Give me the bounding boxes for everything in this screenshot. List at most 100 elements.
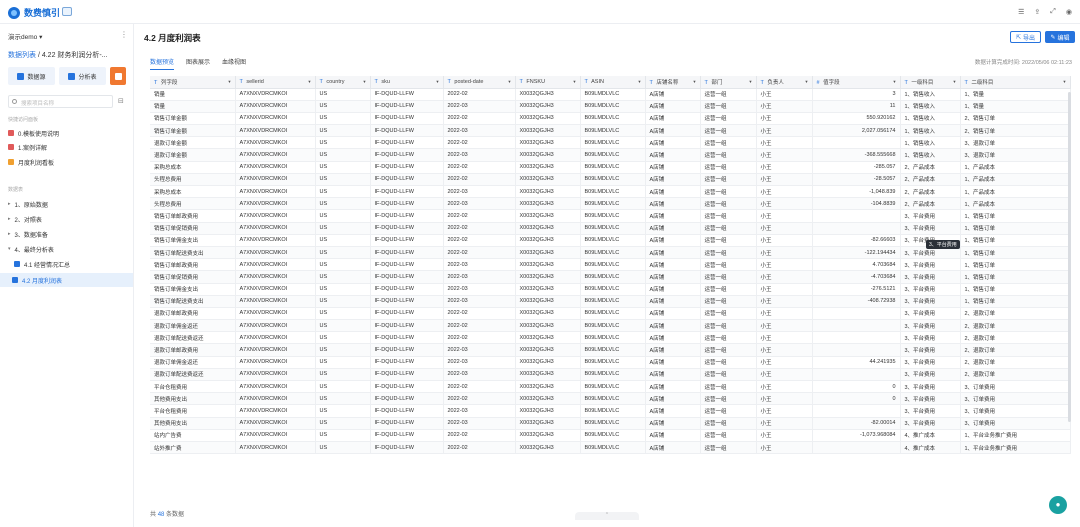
- table-cell[interactable]: B09LMDLVLC: [580, 258, 646, 272]
- table-cell[interactable]: B09LMDLVLC: [580, 417, 646, 430]
- table-cell[interactable]: B09LMDLVLC: [580, 100, 646, 113]
- table-cell[interactable]: 2022-02: [443, 246, 516, 260]
- table-cell[interactable]: -408.72938: [812, 295, 901, 308]
- table-cell[interactable]: -276.5121: [812, 283, 901, 296]
- collapse-handle[interactable]: ⌃: [575, 512, 639, 520]
- table-cell[interactable]: US: [315, 283, 371, 296]
- table-cell[interactable]: 销售订单金额: [150, 124, 236, 138]
- more-icon[interactable]: ⋮: [120, 30, 128, 39]
- table-cell[interactable]: B09LMDLVLC: [580, 307, 646, 321]
- table-cell[interactable]: 3、订单费用: [960, 380, 1071, 394]
- table-cell[interactable]: 2、退款订单: [960, 343, 1071, 357]
- table-cell[interactable]: A店铺: [645, 380, 701, 394]
- table-row[interactable]: 头程总费用 A7XNXVDRCMKOI US IF-DQUD-LLFW 2022-03 X…: [150, 197, 1071, 211]
- table-cell[interactable]: US: [315, 307, 371, 321]
- table-cell[interactable]: 2、退款订单: [960, 307, 1071, 321]
- table-cell[interactable]: 2022-02: [443, 307, 516, 321]
- table-cell[interactable]: IF-DQUD-LLFW: [370, 88, 444, 101]
- table-cell[interactable]: A7XNXVDRCMKOI: [235, 331, 316, 345]
- sidebar-item-summary[interactable]: 4.1 经营情况汇总: [8, 258, 130, 270]
- table-cell[interactable]: 2、退款订单: [960, 368, 1071, 382]
- table-cell[interactable]: A7XNXVDRCMKOI: [235, 234, 316, 247]
- table-cell[interactable]: A店铺: [645, 258, 701, 272]
- sort-dropdown-icon[interactable]: ▼: [953, 79, 957, 84]
- table-cell[interactable]: 3、平台费用: [900, 417, 961, 430]
- table-cell[interactable]: IF-DQUD-LLFW: [370, 100, 444, 113]
- table-cell[interactable]: 3、退款订单: [960, 148, 1071, 162]
- table-cell[interactable]: X0032QGJH3: [515, 112, 581, 126]
- table-cell[interactable]: A7XNXVDRCMKOI: [235, 404, 316, 418]
- table-cell[interactable]: 1、销售订单: [960, 209, 1071, 223]
- table-cell[interactable]: 站外推广费: [150, 441, 236, 455]
- table-cell[interactable]: US: [315, 112, 371, 126]
- table-cell[interactable]: B09LMDLVLC: [580, 356, 646, 369]
- table-cell[interactable]: 3、平台费用: [900, 392, 961, 406]
- table-cell[interactable]: 运营一组: [700, 319, 757, 333]
- table-cell[interactable]: US: [315, 234, 371, 247]
- table-cell[interactable]: X0032QGJH3: [515, 283, 581, 296]
- table-row[interactable]: 平台仓租费用 A7XNXVDRCMKOI US IF-DQUD-LLFW 2022-02…: [150, 380, 1071, 394]
- table-cell[interactable]: 1、销售订单: [960, 234, 1071, 247]
- table-cell[interactable]: 2022-02: [443, 209, 516, 223]
- sidebar-item-guide[interactable]: 0.模板使用说明: [8, 127, 130, 139]
- sort-dropdown-icon[interactable]: ▼: [508, 79, 512, 84]
- expand-icon[interactable]: ⤢: [1050, 8, 1056, 16]
- table-cell[interactable]: 退款订单配送费返还: [150, 368, 236, 382]
- table-cell[interactable]: IF-DQUD-LLFW: [370, 343, 444, 357]
- table-cell[interactable]: [812, 136, 901, 150]
- table-cell[interactable]: A7XNXVDRCMKOI: [235, 295, 316, 308]
- table-cell[interactable]: A7XNXVDRCMKOI: [235, 356, 316, 369]
- table-cell[interactable]: 3、平台费用: [900, 331, 961, 345]
- table-cell[interactable]: -285.057: [812, 161, 901, 174]
- share-icon[interactable]: ⇪: [1034, 8, 1040, 16]
- table-row[interactable]: 其他费用支出 A7XNXVDRCMKOI US IF-DQUD-LLFW 2022-02…: [150, 392, 1071, 406]
- table-cell[interactable]: B09LMDLVLC: [580, 441, 646, 455]
- table-cell[interactable]: US: [315, 441, 371, 455]
- table-cell[interactable]: US: [315, 380, 371, 394]
- table-row[interactable]: 其他费用支出 A7XNXVDRCMKOI US IF-DQUD-LLFW 2022-03…: [150, 417, 1071, 430]
- table-row[interactable]: 退款订单配送费返还 A7XNXVDRCMKOI US IF-DQUD-LLFW 2022…: [150, 331, 1071, 345]
- table-cell[interactable]: 2022-02: [443, 441, 516, 455]
- table-cell[interactable]: X0032QGJH3: [515, 88, 581, 101]
- table-cell[interactable]: B09LMDLVLC: [580, 368, 646, 382]
- table-cell[interactable]: B09LMDLVLC: [580, 283, 646, 296]
- table-cell[interactable]: A店铺: [645, 185, 701, 199]
- table-cell[interactable]: X0032QGJH3: [515, 392, 581, 406]
- table-cell[interactable]: 小王: [756, 283, 813, 296]
- table-cell[interactable]: A7XNXVDRCMKOI: [235, 343, 316, 357]
- table-cell[interactable]: [812, 368, 901, 382]
- table-cell[interactable]: 小王: [756, 112, 813, 126]
- table-cell[interactable]: B09LMDLVLC: [580, 319, 646, 333]
- table-cell[interactable]: US: [315, 417, 371, 430]
- table-cell[interactable]: 2022-03: [443, 404, 516, 418]
- table-cell[interactable]: X0032QGJH3: [515, 124, 581, 138]
- table-cell[interactable]: B09LMDLVLC: [580, 429, 646, 442]
- table-cell[interactable]: US: [315, 173, 371, 187]
- table-cell[interactable]: X0032QGJH3: [515, 173, 581, 187]
- table-cell[interactable]: 小王: [756, 222, 813, 235]
- table-cell[interactable]: 3、平台费用: [900, 295, 961, 308]
- table-cell[interactable]: X0032QGJH3: [515, 209, 581, 223]
- table-row[interactable]: 退款订单佣金返还 A7XNXVDRCMKOI US IF-DQUD-LLFW 2022-…: [150, 356, 1071, 369]
- table-cell[interactable]: A店铺: [645, 331, 701, 345]
- table-cell[interactable]: B09LMDLVLC: [580, 404, 646, 418]
- table-cell[interactable]: 2022-03: [443, 295, 516, 308]
- table-cell[interactable]: 2022-02: [443, 380, 516, 394]
- table-cell[interactable]: 2022-03: [443, 148, 516, 162]
- table-cell[interactable]: A店铺: [645, 392, 701, 406]
- table-cell[interactable]: X0032QGJH3: [515, 380, 581, 394]
- tab-preview[interactable]: 数据预览: [150, 57, 175, 70]
- table-cell[interactable]: US: [315, 148, 371, 162]
- table-cell[interactable]: 小王: [756, 234, 813, 247]
- table-cell[interactable]: X0032QGJH3: [515, 331, 581, 345]
- table-cell[interactable]: 小王: [756, 404, 813, 418]
- table-row[interactable]: 平台仓租费用 A7XNXVDRCMKOI US IF-DQUD-LLFW 2022-03…: [150, 404, 1071, 418]
- folder-raw-data[interactable]: ▸ 1、原始数据: [8, 198, 130, 210]
- table-row[interactable]: 销售订单邮政费用 A7XNXVDRCMKOI US IF-DQUD-LLFW 2022-…: [150, 209, 1071, 223]
- table-cell[interactable]: 运营一组: [700, 185, 757, 199]
- table-cell[interactable]: 销售订单金额: [150, 112, 236, 126]
- table-row[interactable]: 退款订单金额 A7XNXVDRCMKOI US IF-DQUD-LLFW 2022-02…: [150, 136, 1071, 150]
- table-cell[interactable]: 运营一组: [700, 331, 757, 345]
- table-cell[interactable]: 采购总成本: [150, 161, 236, 174]
- table-cell[interactable]: A店铺: [645, 270, 701, 284]
